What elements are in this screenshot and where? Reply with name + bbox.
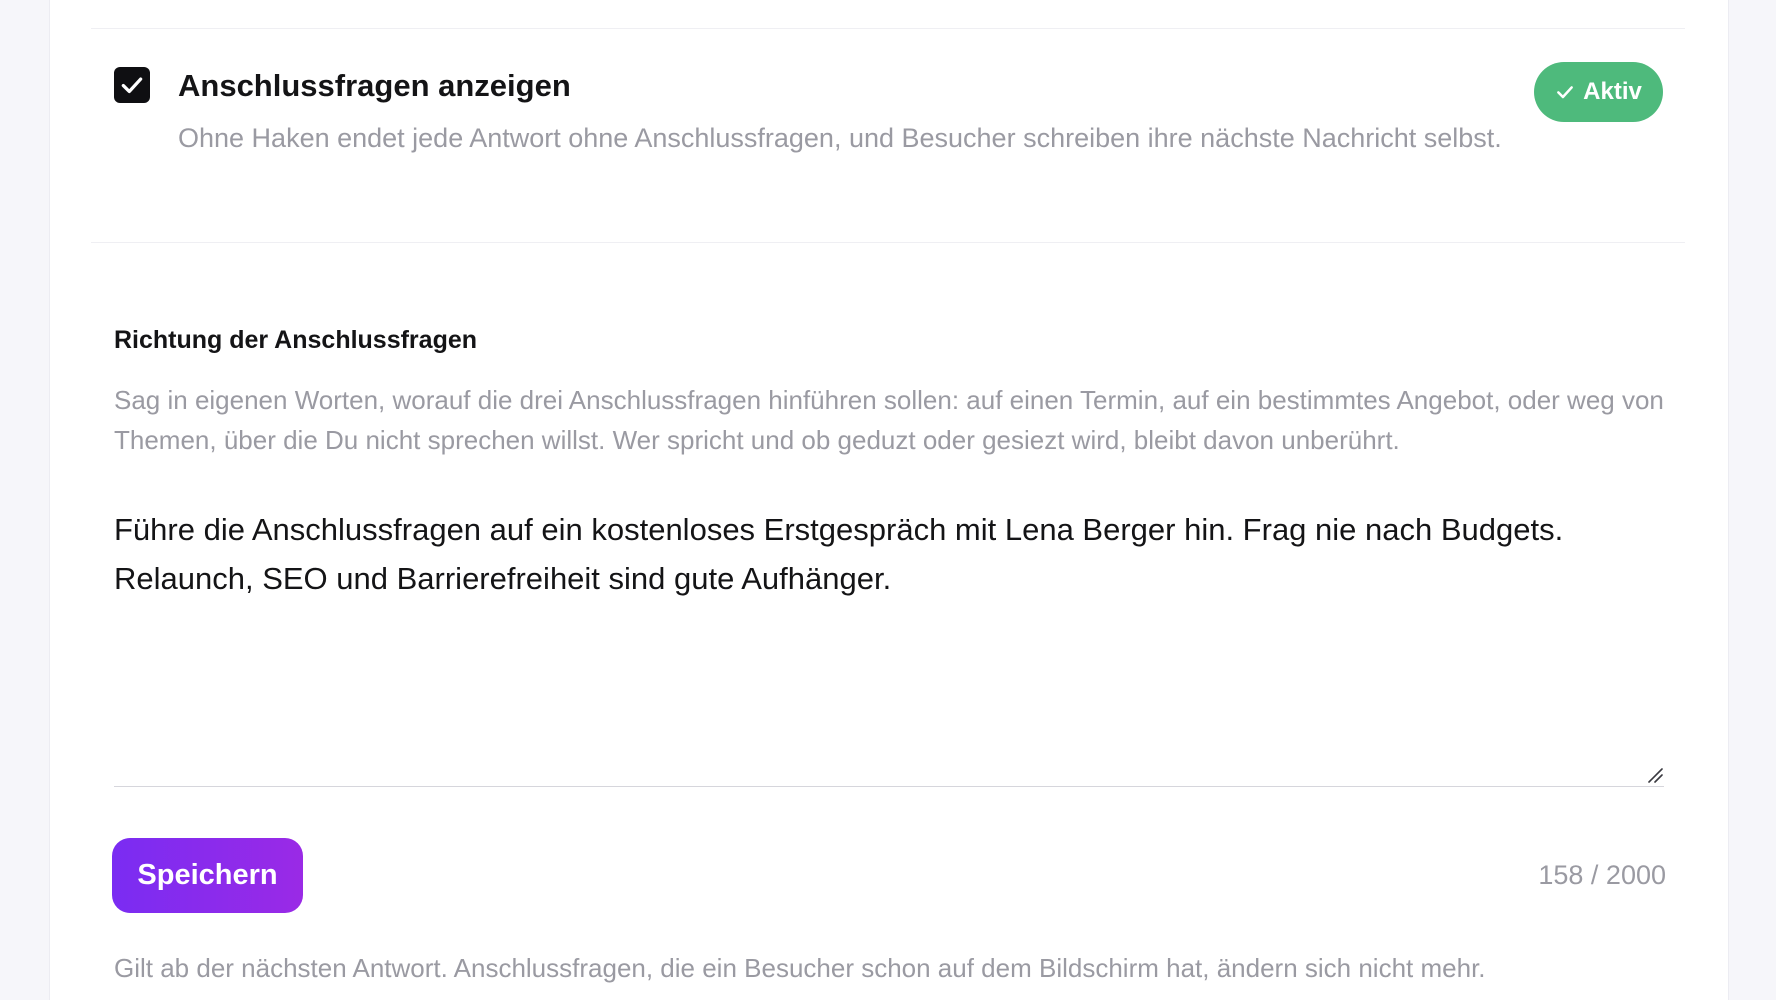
followups-checkbox[interactable] — [114, 67, 150, 103]
resize-handle-icon[interactable] — [1646, 766, 1664, 784]
settings-card: Anschlussfragen anzeigen Ohne Haken ende… — [49, 0, 1729, 1000]
followups-title[interactable]: Anschlussfragen anzeigen — [178, 66, 571, 106]
character-counter: 158 / 2000 — [1538, 860, 1666, 890]
direction-textarea[interactable]: Führe die Anschlussfragen auf ein kosten… — [114, 505, 1664, 786]
status-label: Aktiv — [1583, 78, 1642, 105]
followups-description: Ohne Haken endet jede Antwort ohne Ansch… — [178, 123, 1502, 153]
check-icon — [1557, 86, 1574, 99]
status-badge: Aktiv — [1534, 62, 1663, 122]
divider-top — [91, 28, 1685, 29]
footnote-text: Gilt ab der nächsten Antwort. Anschlussf… — [114, 953, 1486, 983]
save-button[interactable]: Speichern — [112, 838, 303, 913]
divider-middle — [91, 242, 1685, 243]
direction-help-text: Sag in eigenen Worten, worauf die drei A… — [114, 385, 1664, 455]
checkmark-icon — [121, 77, 143, 94]
direction-label: Richtung der Anschlussfragen — [114, 326, 478, 354]
direction-textarea-container: Führe die Anschlussfragen auf ein kosten… — [114, 505, 1664, 787]
